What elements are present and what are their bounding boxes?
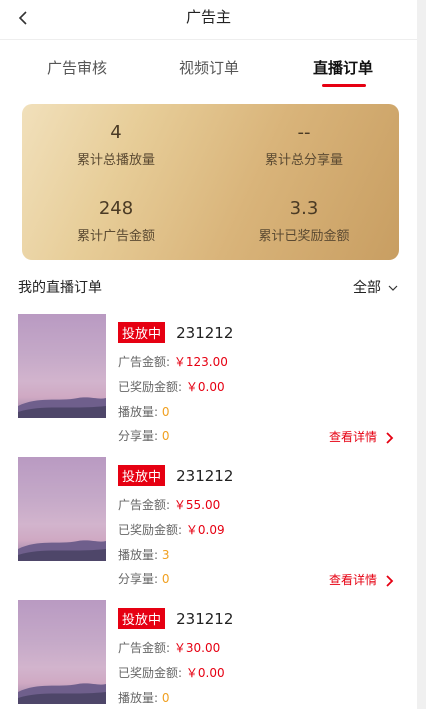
reward-amount-row: 已奖励金额: ￥0.00 <box>118 378 225 395</box>
play-count-row: 播放量: 0 <box>118 403 170 420</box>
order-id: 231212 <box>176 466 234 485</box>
ad-amount-value: ￥55.00 <box>173 498 221 512</box>
reward-amount-label: 已奖励金额: <box>118 380 183 394</box>
ad-amount-row: 广告金额: ￥123.00 <box>118 353 228 370</box>
stat-value: 3.3 <box>289 198 319 219</box>
stat-total-reward: 3.3 累计已奖励金额 <box>210 198 398 244</box>
view-details-label: 查看详情 <box>329 430 378 444</box>
reward-amount-label: 已奖励金额: <box>118 523 183 537</box>
view-details-link[interactable]: 查看详情 <box>329 571 394 588</box>
play-count-label: 播放量: <box>118 405 159 419</box>
order-header: 投放中 231212 <box>118 322 233 343</box>
reward-amount-label: 已奖励金额: <box>118 666 183 680</box>
status-badge: 投放中 <box>118 608 166 629</box>
ad-amount-label: 广告金额: <box>118 498 171 512</box>
chevron-down-icon <box>389 285 398 291</box>
stat-value: 4 <box>110 122 122 143</box>
view-details-link[interactable]: 查看详情 <box>329 428 394 445</box>
ad-amount-row: 广告金额: ￥30.00 <box>118 639 220 656</box>
tab-ad-review[interactable]: 广告审核 <box>47 57 107 78</box>
ad-amount-row: 广告金额: ￥55.00 <box>118 496 220 513</box>
stat-label: 累计广告金额 <box>76 229 155 244</box>
play-count-row: 播放量: 3 <box>118 546 170 563</box>
status-badge: 投放中 <box>118 322 166 343</box>
stat-total-shares: -- 累计总分享量 <box>210 122 398 168</box>
share-count-value: 0 <box>161 572 170 586</box>
share-count-label: 分享量: <box>118 429 159 443</box>
order-thumbnail <box>18 457 106 561</box>
share-count-row: 分享量: 0 <box>118 427 170 444</box>
tab-video-orders[interactable]: 视频订单 <box>179 57 239 78</box>
section-title: 我的直播订单 <box>18 280 102 296</box>
status-badge: 投放中 <box>118 465 166 486</box>
stat-value: 248 <box>98 198 134 219</box>
share-count-label: 分享量: <box>118 572 159 586</box>
view-details-label: 查看详情 <box>329 573 378 587</box>
stat-label: 累计已奖励金额 <box>258 229 350 244</box>
tab-live-orders[interactable]: 直播订单 <box>313 57 373 78</box>
play-count-value: 0 <box>161 691 170 705</box>
tab-bar: 广告审核 视频订单 直播订单 <box>0 40 417 90</box>
ad-amount-label: 广告金额: <box>118 355 171 369</box>
stat-total-ad-amount: 248 累计广告金额 <box>22 198 210 244</box>
reward-amount-value: ￥0.09 <box>185 523 225 537</box>
order-item[interactable]: 投放中 231212 广告金额: ￥30.00 已奖励金额: ￥0.00 播放量… <box>0 600 417 709</box>
reward-amount-value: ￥0.00 <box>185 380 225 394</box>
reward-amount-row: 已奖励金额: ￥0.09 <box>118 521 225 538</box>
filter-dropdown[interactable]: 全部 <box>353 277 399 297</box>
order-id: 231212 <box>176 323 234 342</box>
play-count-value: 3 <box>161 548 170 562</box>
ad-amount-label: 广告金额: <box>118 641 171 655</box>
play-count-value: 0 <box>161 405 170 419</box>
order-item[interactable]: 投放中 231212 广告金额: ￥123.00 已奖励金额: ￥0.00 播放… <box>0 314 417 454</box>
share-count-row: 分享量: 0 <box>118 570 170 587</box>
order-header: 投放中 231212 <box>118 465 233 486</box>
stat-value: -- <box>297 122 311 143</box>
play-count-label: 播放量: <box>118 548 159 562</box>
order-header: 投放中 231212 <box>118 608 233 629</box>
stat-label: 累计总播放量 <box>76 153 155 168</box>
play-count-label: 播放量: <box>118 691 159 705</box>
filter-label: 全部 <box>353 280 381 296</box>
active-tab-indicator <box>322 84 366 87</box>
chevron-right-icon <box>386 574 394 587</box>
share-count-value: 0 <box>161 429 170 443</box>
stats-card: 4 累计总播放量 -- 累计总分享量 248 累计广告金额 3.3 累计已奖励金… <box>22 104 399 260</box>
scrollbar[interactable] <box>417 0 426 709</box>
stat-total-plays: 4 累计总播放量 <box>22 122 210 168</box>
reward-amount-row: 已奖励金额: ￥0.00 <box>118 664 225 681</box>
ad-amount-value: ￥30.00 <box>173 641 221 655</box>
order-item[interactable]: 投放中 231212 广告金额: ￥55.00 已奖励金额: ￥0.09 播放量… <box>0 457 417 597</box>
stat-label: 累计总分享量 <box>264 153 343 168</box>
ad-amount-value: ￥123.00 <box>173 355 228 369</box>
nav-bar: 广告主 <box>0 0 417 40</box>
reward-amount-value: ￥0.00 <box>185 666 225 680</box>
order-thumbnail <box>18 314 106 418</box>
order-id: 231212 <box>176 609 234 628</box>
play-count-row: 播放量: 0 <box>118 689 170 706</box>
order-thumbnail <box>18 600 106 704</box>
page-title: 广告主 <box>185 8 231 26</box>
chevron-right-icon <box>386 431 394 444</box>
